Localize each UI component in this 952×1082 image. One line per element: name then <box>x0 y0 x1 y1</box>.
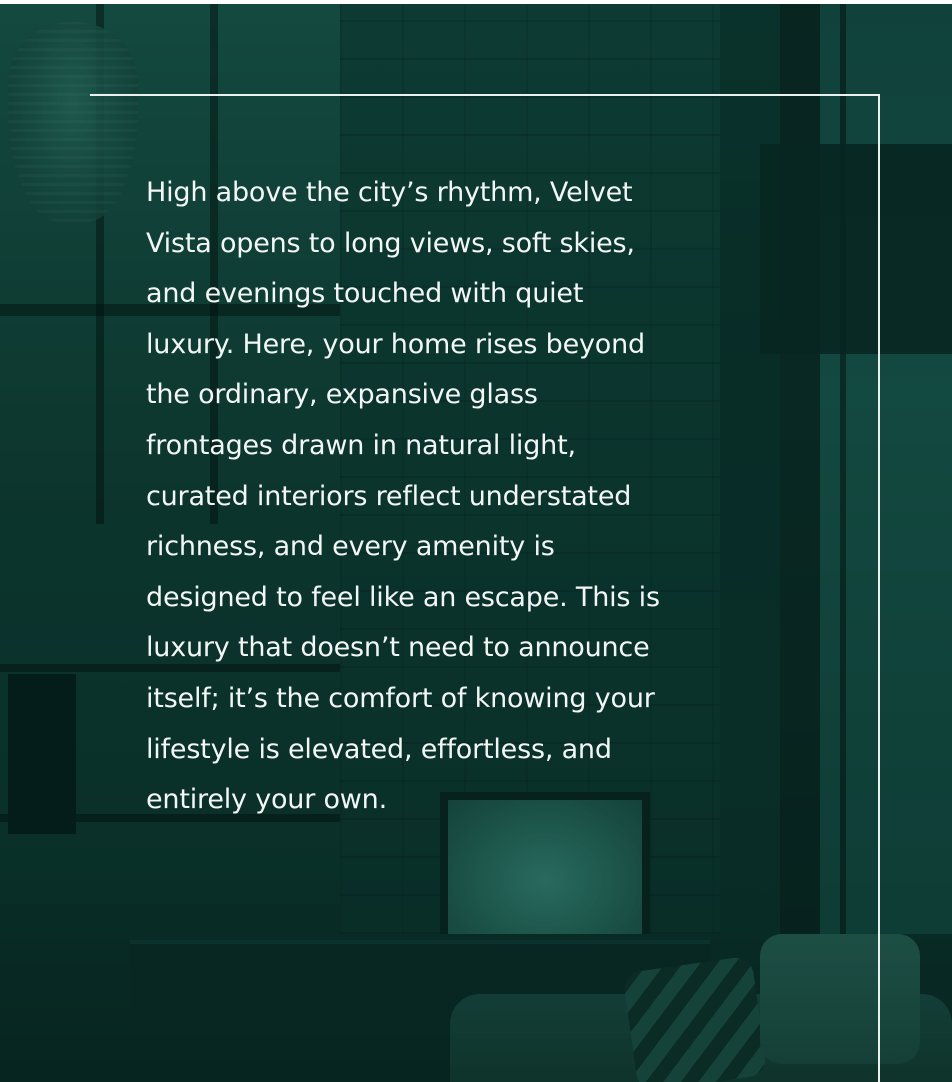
body-line: richness, and every amenity is <box>146 531 555 563</box>
body-line: and evenings touched with quiet <box>146 278 584 310</box>
body-line: designed to feel like an escape. This is <box>146 581 660 613</box>
body-line: curated interiors reflect understated <box>146 480 632 512</box>
body-line: lifestyle is elevated, effortless, and <box>146 733 612 765</box>
body-line: frontages drawn in natural light, <box>146 429 576 461</box>
body-line: itself; it’s the comfort of knowing your <box>146 682 655 714</box>
poster: High above the city’s rhythm, Velvet Vis… <box>0 4 952 1082</box>
frame-line-top <box>90 94 880 96</box>
frame-line-right <box>878 94 880 1082</box>
body-line: the ordinary, expansive glass <box>146 379 538 411</box>
body-copy: High above the city’s rhythm, Velvet Vis… <box>146 168 786 826</box>
body-line: entirely your own. <box>146 784 387 816</box>
body-line: High above the city’s rhythm, Velvet <box>146 177 633 208</box>
body-line: Vista opens to long views, soft skies, <box>146 227 635 259</box>
body-line: luxury that doesn’t need to announce <box>146 632 650 664</box>
body-line: luxury. Here, your home rises beyond <box>146 328 645 360</box>
